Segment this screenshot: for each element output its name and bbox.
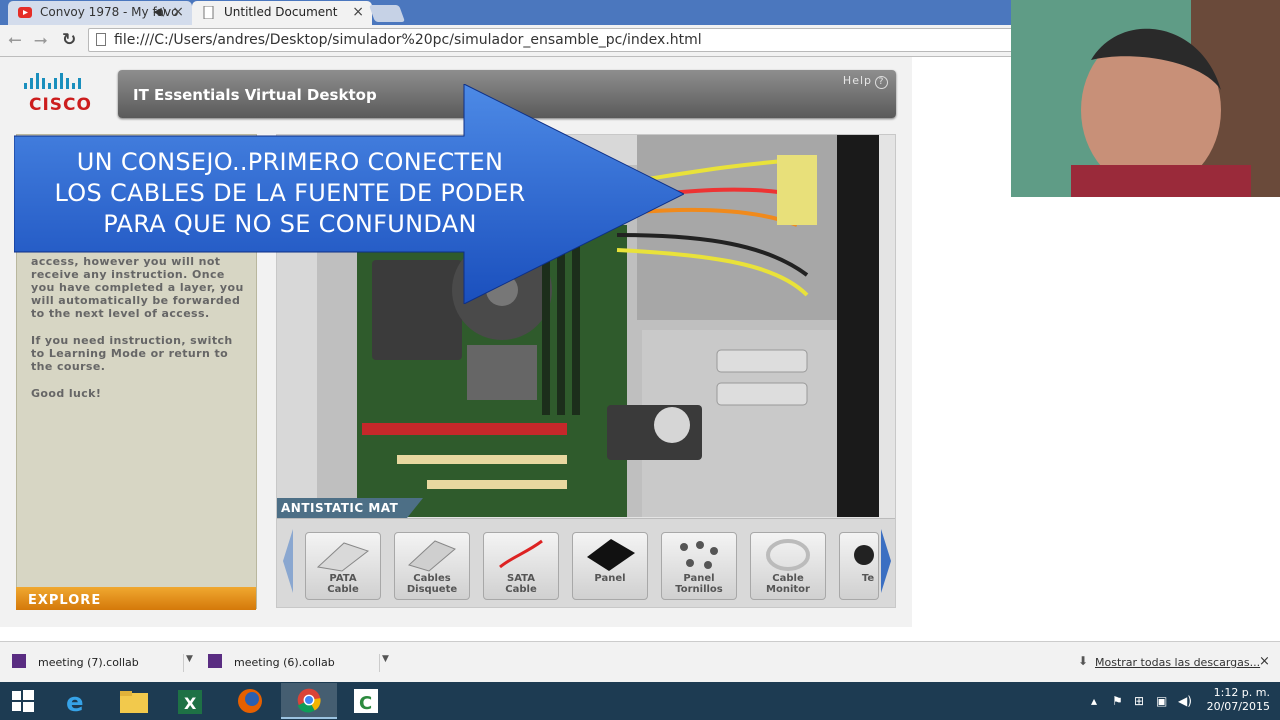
partial-item-icon — [854, 545, 874, 565]
download-arrow-icon: ⬇ — [1078, 654, 1089, 668]
ribbon-cable-icon — [316, 542, 370, 572]
page-icon — [96, 33, 106, 46]
excel-icon[interactable]: X — [162, 683, 218, 719]
new-tab-button[interactable] — [368, 5, 406, 22]
tray-right-arrow-icon[interactable] — [879, 529, 893, 593]
speaker-icon: ◀) — [153, 5, 166, 18]
tab-untitled-document[interactable]: Untitled Document × — [192, 1, 372, 25]
tab-youtube[interactable]: Convoy 1978 - My favo ◀) × — [8, 1, 192, 25]
close-tab-button[interactable]: × — [172, 4, 184, 20]
chevron-down-icon[interactable]: ▼ — [379, 654, 389, 672]
question-icon: ? — [875, 76, 888, 89]
close-downloads-button[interactable]: × — [1259, 654, 1270, 669]
screws-icon — [680, 541, 718, 569]
show-all-downloads-link[interactable]: Mostrar todas las descargas... — [1095, 656, 1260, 669]
camtasia-icon[interactable]: C — [338, 683, 394, 719]
tab-title: Untitled Document — [224, 5, 338, 19]
forward-arrow-icon[interactable]: ⭢ — [34, 30, 48, 50]
flag-icon[interactable]: ⚑ — [1112, 694, 1123, 708]
instruction-paragraph: If you need instruction, switch to Learn… — [31, 334, 233, 373]
item-sata-cable[interactable]: SATA Cable — [483, 532, 559, 600]
item-pata-cable[interactable]: PATA Cable — [305, 532, 381, 600]
windows-icon[interactable]: ⊞ — [1134, 694, 1144, 708]
help-button[interactable]: Help? — [843, 74, 888, 89]
windows-taskbar: e X C ▴ ⚑ ⊞ ▣ ◀) 1:12 p. m. 20/07/2015 — [0, 682, 1280, 720]
svg-text:C: C — [359, 693, 372, 714]
red-slot — [362, 423, 567, 435]
tip-text: UN CONSEJO..PRIMERO CONECTEN LOS CABLES … — [16, 147, 564, 240]
item-partial[interactable]: Te — [839, 532, 879, 600]
panel-icon — [587, 539, 635, 571]
monitor-cable-icon — [766, 539, 810, 571]
tray-left-arrow-icon[interactable] — [281, 529, 295, 593]
chevron-down-icon[interactable]: ▼ — [183, 654, 193, 672]
firefox-icon[interactable] — [222, 683, 278, 719]
item-panel[interactable]: Panel — [572, 532, 648, 600]
clock-time: 1:12 p. m. — [1213, 686, 1270, 699]
clock-date: 20/07/2015 — [1206, 700, 1270, 713]
download-filename: meeting (7).collab — [38, 656, 139, 669]
svg-text:e: e — [66, 688, 84, 718]
antistatic-mat-label: ANTISTATIC MAT — [277, 498, 423, 518]
page-icon — [203, 6, 214, 19]
item-cables-disquete[interactable]: Cables Disquete — [394, 532, 470, 600]
file-explorer-icon[interactable] — [106, 683, 162, 719]
collab-file-icon — [12, 654, 26, 668]
tip-line: PARA QUE NO SE CONFUNDAN — [103, 210, 477, 238]
internet-explorer-icon[interactable]: e — [48, 683, 104, 719]
webcam-overlay — [1011, 0, 1280, 197]
back-arrow-icon[interactable]: ⭠ — [8, 30, 22, 50]
downloads-bar: meeting (7).collab ▼ meeting (6).collab … — [0, 641, 1280, 683]
explore-button[interactable]: EXPLORE — [16, 587, 256, 610]
close-tab-button[interactable]: × — [352, 4, 364, 20]
reload-icon[interactable]: ↻ — [62, 30, 76, 50]
floppy-cable-icon — [408, 540, 456, 572]
item-panel-tornillos[interactable]: Panel Tornillos — [661, 532, 737, 600]
sata-cable-icon — [499, 539, 543, 569]
download-item[interactable]: meeting (7).collab ▼ — [0, 650, 193, 678]
atx-connector — [777, 155, 817, 225]
volume-icon[interactable]: ◀) — [1178, 694, 1192, 708]
svg-text:X: X — [184, 694, 197, 713]
component-tray: PATA Cable Cables Disquete SATA Cable Pa… — [277, 518, 895, 607]
instruction-paragraph: Good luck! — [31, 387, 102, 400]
chrome-icon[interactable] — [281, 683, 337, 719]
download-filename: meeting (6).collab — [234, 656, 335, 669]
collab-file-icon — [208, 654, 222, 668]
tip-line: LOS CABLES DE LA FUENTE DE PODER — [54, 179, 526, 207]
tip-line: UN CONSEJO..PRIMERO CONECTEN — [76, 148, 504, 176]
address-bar[interactable]: file:///C:/Users/andres/Desktop/simulado… — [88, 28, 1088, 52]
taskbar-clock[interactable]: 1:12 p. m. 20/07/2015 — [1207, 686, 1270, 714]
network-icon[interactable]: ▣ — [1156, 694, 1167, 708]
download-item[interactable]: meeting (6).collab ▼ — [196, 650, 389, 678]
youtube-icon — [18, 7, 32, 18]
url-text: file:///C:/Users/andres/Desktop/simulado… — [114, 32, 702, 48]
chevron-up-icon[interactable]: ▴ — [1091, 694, 1097, 708]
item-cable-monitor[interactable]: Cable Monitor — [750, 532, 826, 600]
